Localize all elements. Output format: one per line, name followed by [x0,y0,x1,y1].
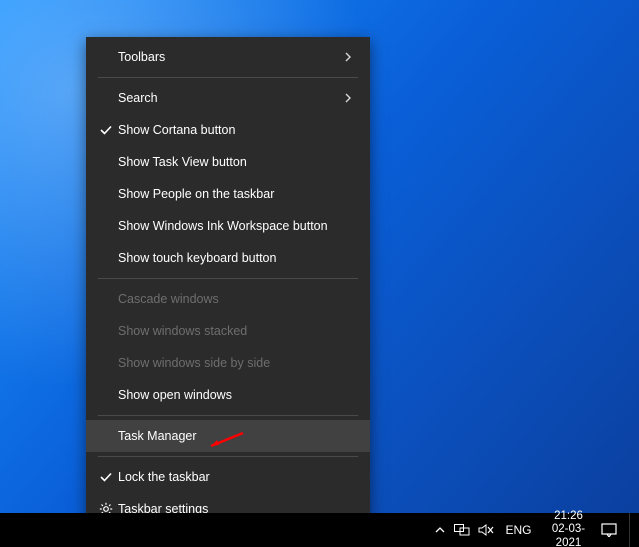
menu-item-toolbars[interactable]: Toolbars [86,41,370,73]
menu-separator [98,415,358,416]
menu-item-label: Show windows side by side [116,356,358,370]
menu-separator [98,77,358,78]
menu-icon-empty [96,90,116,106]
menu-icon-empty [96,323,116,339]
menu-item-label: Lock the taskbar [116,470,358,484]
action-center-icon[interactable] [601,521,617,539]
menu-icon-empty [96,291,116,307]
chevron-right-icon [344,52,358,62]
menu-item-task-manager[interactable]: Task Manager [86,420,370,452]
menu-item-show-touch-keyboard-button[interactable]: Show touch keyboard button [86,242,370,274]
clock-date: 02-03-2021 [550,523,588,547]
menu-item-label: Show Cortana button [116,123,358,137]
menu-item-label: Show touch keyboard button [116,251,358,265]
menu-item-label: Show People on the taskbar [116,187,358,201]
clock-time: 21:26 [550,510,588,523]
menu-icon-empty [96,355,116,371]
taskbar: ENG 21:26 02-03-2021 [0,513,639,547]
menu-icon-empty [96,387,116,403]
clock[interactable]: 21:26 02-03-2021 [544,510,594,547]
menu-item-label: Toolbars [116,50,344,64]
menu-item-cascade-windows: Cascade windows [86,283,370,315]
chevron-right-icon [344,93,358,103]
menu-icon-empty [96,154,116,170]
language-label: ENG [506,523,532,537]
taskbar-left-area [0,513,435,547]
menu-item-lock-the-taskbar[interactable]: Lock the taskbar [86,461,370,493]
menu-item-show-windows-side-by-side: Show windows side by side [86,347,370,379]
menu-item-show-open-windows[interactable]: Show open windows [86,379,370,411]
tray-overflow-icon[interactable] [435,522,445,538]
menu-item-label: Cascade windows [116,292,358,306]
menu-item-label: Show Task View button [116,155,358,169]
menu-icon-empty [96,218,116,234]
menu-item-show-windows-ink-workspace-button[interactable]: Show Windows Ink Workspace button [86,210,370,242]
project-icon[interactable] [454,522,470,538]
volume-muted-icon[interactable] [478,522,494,538]
taskbar-context-menu: Toolbars Search Show Cortana button Show Ta… [86,37,370,529]
menu-item-show-task-view-button[interactable]: Show Task View button [86,146,370,178]
show-desktop-button[interactable] [629,513,633,547]
menu-icon-empty [96,428,116,444]
language-indicator[interactable]: ENG [502,523,536,537]
menu-item-search[interactable]: Search [86,82,370,114]
menu-item-label: Show Windows Ink Workspace button [116,219,358,233]
menu-item-label: Task Manager [116,429,358,443]
check-icon [96,469,116,485]
menu-icon-empty [96,250,116,266]
menu-item-show-people-on-the-taskbar[interactable]: Show People on the taskbar [86,178,370,210]
menu-separator [98,456,358,457]
menu-separator [98,278,358,279]
system-tray: ENG 21:26 02-03-2021 [435,513,639,547]
menu-item-label: Show open windows [116,388,358,402]
menu-item-show-cortana-button[interactable]: Show Cortana button [86,114,370,146]
menu-icon-empty [96,186,116,202]
menu-item-show-windows-stacked: Show windows stacked [86,315,370,347]
menu-icon-empty [96,49,116,65]
menu-item-label: Search [116,91,344,105]
check-icon [96,122,116,138]
menu-item-label: Show windows stacked [116,324,358,338]
